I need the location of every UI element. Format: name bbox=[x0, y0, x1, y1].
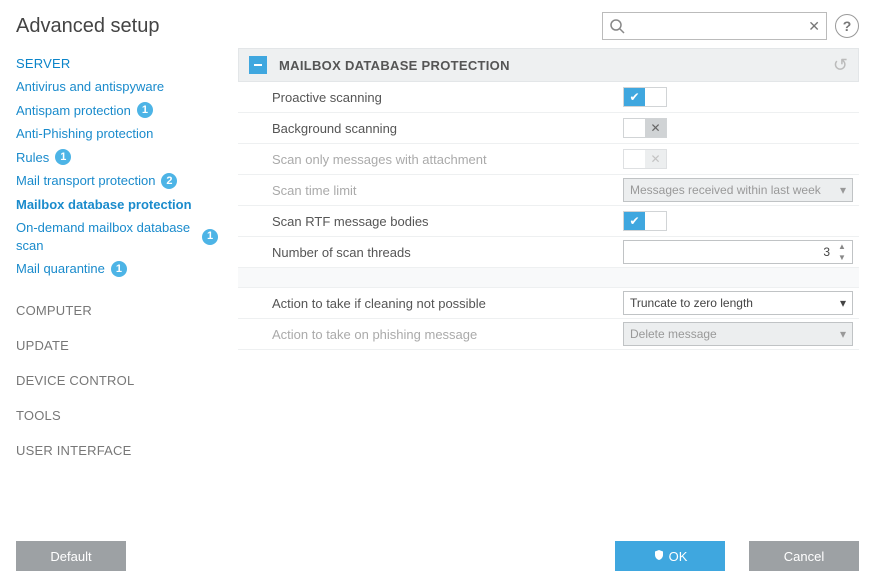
chevron-down-icon: ▾ bbox=[840, 327, 846, 341]
row-background: Background scanning ✕ bbox=[238, 113, 859, 144]
sidebar-item-antiphishing[interactable]: Anti-Phishing protection bbox=[16, 122, 226, 146]
badge-icon: 1 bbox=[55, 149, 71, 165]
sidebar-section-server[interactable]: SERVER bbox=[16, 48, 226, 75]
row-label: Action to take on phishing message bbox=[272, 327, 623, 342]
ok-label: OK bbox=[669, 549, 688, 564]
gap-row bbox=[238, 268, 859, 288]
row-label: Proactive scanning bbox=[272, 90, 623, 105]
sidebar-section-update[interactable]: UPDATE bbox=[16, 330, 226, 357]
sidebar-item-label: Antispam protection bbox=[16, 102, 131, 120]
toggle-background[interactable]: ✕ bbox=[623, 118, 667, 138]
spinner-down-icon[interactable]: ▼ bbox=[834, 252, 850, 263]
default-button[interactable]: Default bbox=[16, 541, 126, 571]
clear-icon[interactable]: ✕ bbox=[808, 18, 820, 35]
check-icon: ✔ bbox=[624, 88, 645, 106]
sidebar-section-devicecontrol[interactable]: DEVICE CONTROL bbox=[16, 365, 226, 392]
sidebar-item-label: Anti-Phishing protection bbox=[16, 125, 153, 143]
badge-icon: 2 bbox=[161, 173, 177, 189]
sidebar-item-label: Mail transport protection bbox=[16, 172, 155, 190]
row-threads: Number of scan threads 3 ▲ ▼ bbox=[238, 237, 859, 268]
toggle-proactive[interactable]: ✔ bbox=[623, 87, 667, 107]
sidebar-item-label: Mail quarantine bbox=[16, 260, 105, 278]
chevron-down-icon: ▾ bbox=[840, 296, 846, 310]
badge-icon: 1 bbox=[137, 102, 153, 118]
help-button[interactable]: ? bbox=[835, 14, 859, 38]
shield-icon bbox=[653, 549, 665, 564]
row-label: Background scanning bbox=[272, 121, 623, 136]
row-label: Number of scan threads bbox=[272, 245, 623, 260]
spinner-up-icon[interactable]: ▲ bbox=[834, 241, 850, 252]
sidebar-section-tools[interactable]: TOOLS bbox=[16, 400, 226, 427]
badge-icon: 1 bbox=[111, 261, 127, 277]
select-phishing: Delete message ▾ bbox=[623, 322, 853, 346]
row-label: Scan time limit bbox=[272, 183, 623, 198]
sidebar-item-antivirus[interactable]: Antivirus and antispyware bbox=[16, 75, 226, 99]
search-box[interactable]: ✕ bbox=[602, 12, 827, 40]
select-value: Messages received within last week bbox=[630, 183, 821, 197]
sidebar-item-label: Rules bbox=[16, 149, 49, 167]
toggle-rtf[interactable]: ✔ bbox=[623, 211, 667, 231]
row-phishing: Action to take on phishing message Delet… bbox=[238, 319, 859, 350]
threads-value: 3 bbox=[632, 245, 852, 259]
sidebar-item-label: On-demand mailbox database scan bbox=[16, 219, 196, 254]
x-icon: ✕ bbox=[645, 150, 666, 168]
threads-spinner[interactable]: 3 ▲ ▼ bbox=[623, 240, 853, 264]
section-title: MAILBOX DATABASE PROTECTION bbox=[279, 58, 510, 73]
collapse-icon[interactable] bbox=[249, 56, 267, 74]
row-rtf: Scan RTF message bodies ✔ bbox=[238, 206, 859, 237]
chevron-down-icon: ▾ bbox=[840, 183, 846, 197]
cancel-button[interactable]: Cancel bbox=[749, 541, 859, 571]
sidebar-item-label: Antivirus and antispyware bbox=[16, 78, 164, 96]
sidebar-item-antispam[interactable]: Antispam protection 1 bbox=[16, 99, 226, 123]
sidebar-item-quarantine[interactable]: Mail quarantine 1 bbox=[16, 257, 226, 281]
select-timelimit: Messages received within last week ▾ bbox=[623, 178, 853, 202]
sidebar-section-userinterface[interactable]: USER INTERFACE bbox=[16, 435, 226, 462]
badge-icon: 1 bbox=[202, 229, 218, 245]
sidebar-item-mailtransport[interactable]: Mail transport protection 2 bbox=[16, 169, 226, 193]
check-icon: ✔ bbox=[624, 212, 645, 230]
row-cleaning: Action to take if cleaning not possible … bbox=[238, 288, 859, 319]
ok-button[interactable]: OK bbox=[615, 541, 725, 571]
row-label: Scan only messages with attachment bbox=[272, 152, 623, 167]
select-value: Delete message bbox=[630, 327, 717, 341]
search-icon bbox=[609, 18, 625, 34]
row-timelimit: Scan time limit Messages received within… bbox=[238, 175, 859, 206]
sidebar-item-rules[interactable]: Rules 1 bbox=[16, 146, 226, 170]
row-label: Action to take if cleaning not possible bbox=[272, 296, 623, 311]
sidebar: SERVER Antivirus and antispyware Antispa… bbox=[16, 48, 226, 462]
sidebar-item-ondemand[interactable]: On-demand mailbox database scan 1 bbox=[16, 216, 226, 257]
main-panel: MAILBOX DATABASE PROTECTION ↺ Proactive … bbox=[238, 48, 859, 462]
section-header: MAILBOX DATABASE PROTECTION ↺ bbox=[238, 48, 859, 82]
sidebar-section-computer[interactable]: COMPUTER bbox=[16, 295, 226, 322]
sidebar-item-label: Mailbox database protection bbox=[16, 196, 192, 214]
revert-icon[interactable]: ↺ bbox=[833, 55, 848, 76]
row-attach: Scan only messages with attachment ✕ bbox=[238, 144, 859, 175]
search-input[interactable] bbox=[625, 19, 808, 34]
x-icon: ✕ bbox=[645, 119, 666, 137]
select-cleaning[interactable]: Truncate to zero length ▾ bbox=[623, 291, 853, 315]
toggle-attach: ✕ bbox=[623, 149, 667, 169]
row-label: Scan RTF message bodies bbox=[272, 214, 623, 229]
row-proactive: Proactive scanning ✔ bbox=[238, 82, 859, 113]
page-title: Advanced setup bbox=[16, 15, 159, 38]
select-value: Truncate to zero length bbox=[630, 296, 753, 310]
sidebar-item-mailboxdb[interactable]: Mailbox database protection bbox=[16, 193, 226, 217]
